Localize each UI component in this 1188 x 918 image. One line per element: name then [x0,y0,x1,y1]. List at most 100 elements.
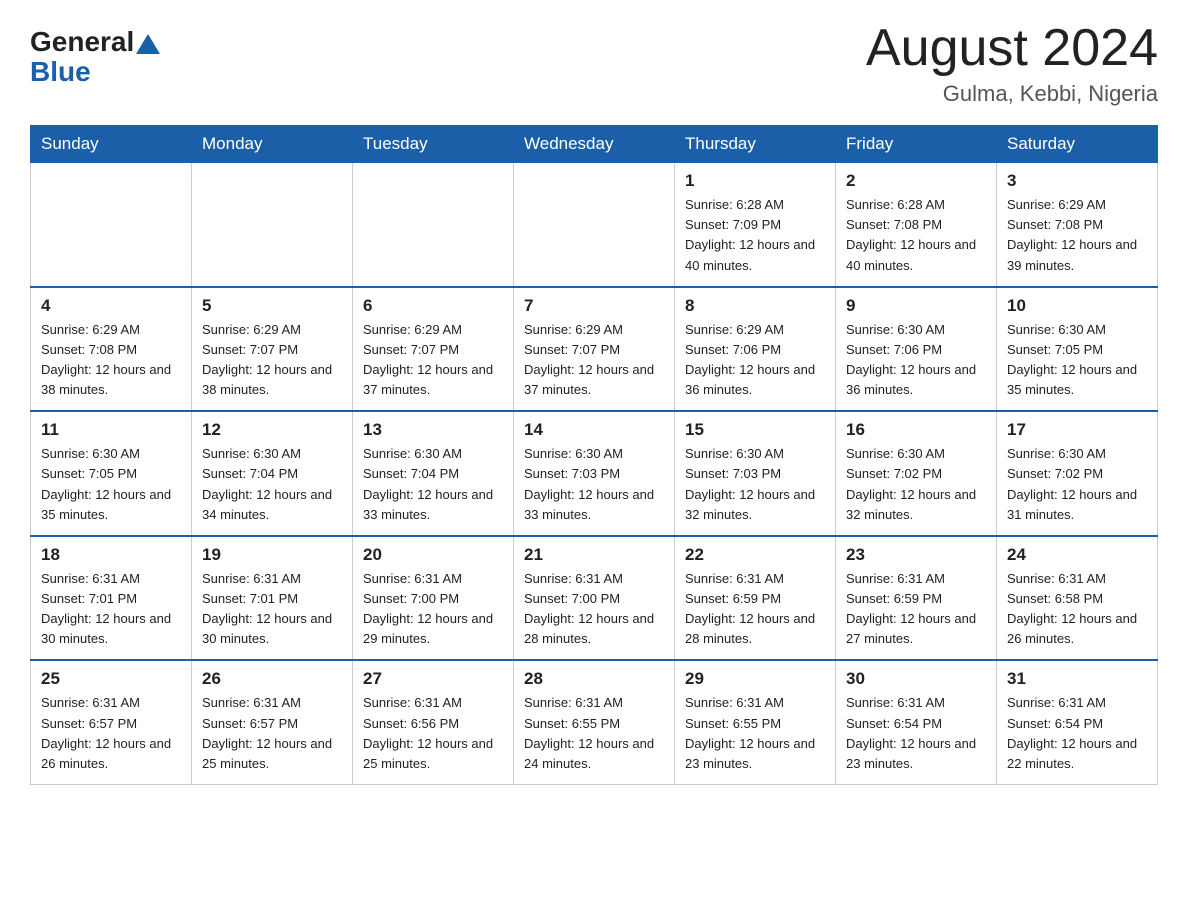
calendar-cell: 20 Sunrise: 6:31 AMSunset: 7:00 PMDayligh… [353,536,514,661]
day-number: 7 [524,296,664,316]
day-number: 3 [1007,171,1147,191]
calendar-cell: 1 Sunrise: 6:28 AMSunset: 7:09 PMDaylight… [675,163,836,287]
day-info: Sunrise: 6:31 AMSunset: 6:55 PMDaylight:… [524,693,664,774]
location-subtitle: Gulma, Kebbi, Nigeria [866,81,1158,107]
page-header: General Blue August 2024 Gulma, Kebbi, N… [30,20,1158,107]
day-number: 9 [846,296,986,316]
day-info: Sunrise: 6:29 AMSunset: 7:06 PMDaylight:… [685,320,825,401]
logo: General Blue [30,20,162,88]
day-info: Sunrise: 6:30 AMSunset: 7:03 PMDaylight:… [685,444,825,525]
day-info: Sunrise: 6:29 AMSunset: 7:08 PMDaylight:… [1007,195,1147,276]
day-info: Sunrise: 6:29 AMSunset: 7:07 PMDaylight:… [363,320,503,401]
calendar-cell: 9 Sunrise: 6:30 AMSunset: 7:06 PMDaylight… [836,287,997,412]
day-info: Sunrise: 6:31 AMSunset: 7:01 PMDaylight:… [41,569,181,650]
day-number: 24 [1007,545,1147,565]
calendar-cell: 7 Sunrise: 6:29 AMSunset: 7:07 PMDaylight… [514,287,675,412]
day-number: 4 [41,296,181,316]
calendar-cell: 3 Sunrise: 6:29 AMSunset: 7:08 PMDaylight… [997,163,1158,287]
title-block: August 2024 Gulma, Kebbi, Nigeria [866,20,1158,107]
day-info: Sunrise: 6:30 AMSunset: 7:03 PMDaylight:… [524,444,664,525]
day-number: 12 [202,420,342,440]
calendar-cell [192,163,353,287]
calendar-cell: 8Sunrise: 6:29 AMSunset: 7:06 PMDaylight… [675,287,836,412]
calendar-cell: 5Sunrise: 6:29 AMSunset: 7:07 PMDaylight… [192,287,353,412]
day-number: 2 [846,171,986,191]
calendar-cell: 13 Sunrise: 6:30 AMSunset: 7:04 PMDayligh… [353,411,514,536]
day-number: 28 [524,669,664,689]
weekday-header: Tuesday [353,126,514,163]
day-number: 6 [363,296,503,316]
calendar-cell: 12Sunrise: 6:30 AMSunset: 7:04 PMDayligh… [192,411,353,536]
day-info: Sunrise: 6:30 AMSunset: 7:04 PMDaylight:… [363,444,503,525]
weekday-header: Sunday [31,126,192,163]
weekday-header: Thursday [675,126,836,163]
calendar-cell: 14 Sunrise: 6:30 AMSunset: 7:03 PMDayligh… [514,411,675,536]
calendar-cell: 10Sunrise: 6:30 AMSunset: 7:05 PMDayligh… [997,287,1158,412]
day-number: 18 [41,545,181,565]
day-info: Sunrise: 6:31 AMSunset: 6:59 PMDaylight:… [846,569,986,650]
day-info: Sunrise: 6:29 AMSunset: 7:07 PMDaylight:… [202,320,342,401]
calendar-cell: 31 Sunrise: 6:31 AMSunset: 6:54 PMDayligh… [997,660,1158,784]
calendar-cell: 19Sunrise: 6:31 AMSunset: 7:01 PMDayligh… [192,536,353,661]
calendar-cell: 29 Sunrise: 6:31 AMSunset: 6:55 PMDayligh… [675,660,836,784]
calendar-cell: 21 Sunrise: 6:31 AMSunset: 7:00 PMDayligh… [514,536,675,661]
calendar-table: SundayMondayTuesdayWednesdayThursdayFrid… [30,125,1158,785]
weekday-header: Wednesday [514,126,675,163]
day-info: Sunrise: 6:30 AMSunset: 7:05 PMDaylight:… [41,444,181,525]
calendar-cell: 2 Sunrise: 6:28 AMSunset: 7:08 PMDaylight… [836,163,997,287]
day-number: 13 [363,420,503,440]
calendar-cell: 17 Sunrise: 6:30 AMSunset: 7:02 PMDayligh… [997,411,1158,536]
day-info: Sunrise: 6:31 AMSunset: 6:57 PMDaylight:… [41,693,181,774]
day-number: 15 [685,420,825,440]
day-number: 22 [685,545,825,565]
month-year-title: August 2024 [866,20,1158,77]
day-info: Sunrise: 6:31 AMSunset: 6:57 PMDaylight:… [202,693,342,774]
day-number: 19 [202,545,342,565]
day-info: Sunrise: 6:31 AMSunset: 6:58 PMDaylight:… [1007,569,1147,650]
weekday-header: Saturday [997,126,1158,163]
calendar-cell: 4Sunrise: 6:29 AMSunset: 7:08 PMDaylight… [31,287,192,412]
calendar-cell: 24 Sunrise: 6:31 AMSunset: 6:58 PMDayligh… [997,536,1158,661]
calendar-week-row: 18 Sunrise: 6:31 AMSunset: 7:01 PMDayligh… [31,536,1158,661]
day-info: Sunrise: 6:30 AMSunset: 7:02 PMDaylight:… [1007,444,1147,525]
logo-general: General [30,28,134,56]
day-number: 1 [685,171,825,191]
calendar-cell: 28 Sunrise: 6:31 AMSunset: 6:55 PMDayligh… [514,660,675,784]
calendar-week-row: 25Sunrise: 6:31 AMSunset: 6:57 PMDayligh… [31,660,1158,784]
calendar-cell: 22 Sunrise: 6:31 AMSunset: 6:59 PMDayligh… [675,536,836,661]
day-info: Sunrise: 6:30 AMSunset: 7:06 PMDaylight:… [846,320,986,401]
day-info: Sunrise: 6:31 AMSunset: 6:55 PMDaylight:… [685,693,825,774]
calendar-cell: 6 Sunrise: 6:29 AMSunset: 7:07 PMDaylight… [353,287,514,412]
day-info: Sunrise: 6:29 AMSunset: 7:07 PMDaylight:… [524,320,664,401]
logo-blue: Blue [30,56,91,88]
day-number: 29 [685,669,825,689]
calendar-cell: 11Sunrise: 6:30 AMSunset: 7:05 PMDayligh… [31,411,192,536]
day-number: 27 [363,669,503,689]
calendar-week-row: 4Sunrise: 6:29 AMSunset: 7:08 PMDaylight… [31,287,1158,412]
day-info: Sunrise: 6:31 AMSunset: 7:00 PMDaylight:… [524,569,664,650]
day-info: Sunrise: 6:31 AMSunset: 7:00 PMDaylight:… [363,569,503,650]
day-number: 20 [363,545,503,565]
day-number: 16 [846,420,986,440]
day-number: 10 [1007,296,1147,316]
calendar-cell [514,163,675,287]
logo-triangle-icon [136,34,160,54]
day-number: 21 [524,545,664,565]
day-info: Sunrise: 6:28 AMSunset: 7:08 PMDaylight:… [846,195,986,276]
day-number: 31 [1007,669,1147,689]
day-number: 26 [202,669,342,689]
day-info: Sunrise: 6:30 AMSunset: 7:02 PMDaylight:… [846,444,986,525]
day-number: 17 [1007,420,1147,440]
calendar-week-row: 1 Sunrise: 6:28 AMSunset: 7:09 PMDaylight… [31,163,1158,287]
calendar-cell: 15 Sunrise: 6:30 AMSunset: 7:03 PMDayligh… [675,411,836,536]
day-number: 14 [524,420,664,440]
calendar-cell: 18 Sunrise: 6:31 AMSunset: 7:01 PMDayligh… [31,536,192,661]
day-info: Sunrise: 6:31 AMSunset: 6:59 PMDaylight:… [685,569,825,650]
day-number: 30 [846,669,986,689]
weekday-header: Friday [836,126,997,163]
day-info: Sunrise: 6:31 AMSunset: 6:54 PMDaylight:… [1007,693,1147,774]
calendar-cell: 30Sunrise: 6:31 AMSunset: 6:54 PMDayligh… [836,660,997,784]
day-info: Sunrise: 6:28 AMSunset: 7:09 PMDaylight:… [685,195,825,276]
day-number: 23 [846,545,986,565]
calendar-cell [31,163,192,287]
